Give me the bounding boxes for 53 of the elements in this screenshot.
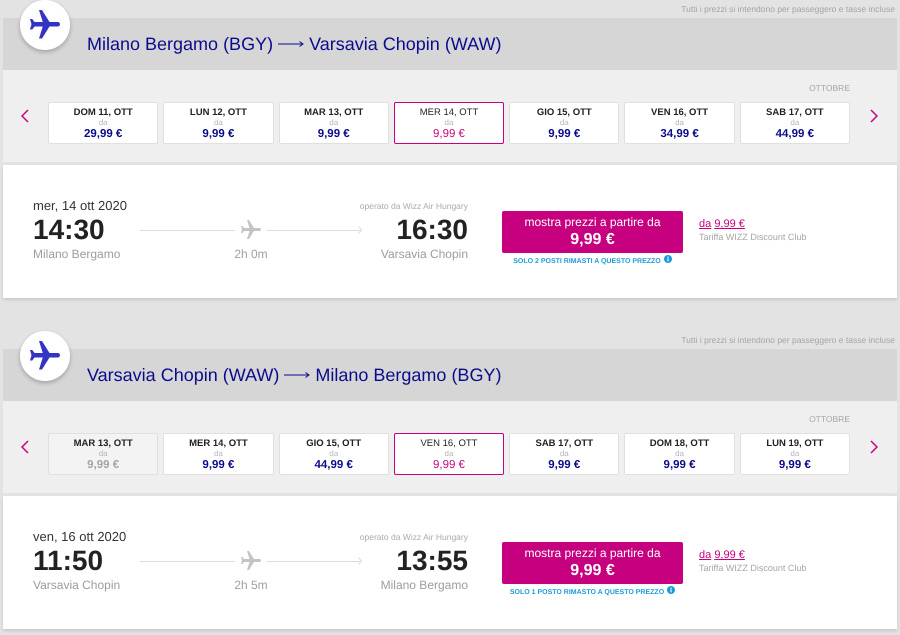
destination-title: Milano Bergamo (BGY) bbox=[315, 364, 502, 386]
date-option[interactable]: DOM 18, OTT da 9,99 € bbox=[624, 433, 735, 475]
departure-time: 14:30 bbox=[33, 213, 106, 247]
departure-time: 11:50 bbox=[33, 544, 104, 578]
club-fare-label: Tariffa WIZZ Discount Club bbox=[699, 562, 806, 574]
arrival-airport: Varsavia Chopin bbox=[380, 247, 468, 261]
price-note: Tutti i prezzi si intendono per passeggero e tasse incluse bbox=[681, 335, 895, 345]
flight-duration: 2h 0m bbox=[234, 247, 268, 261]
departure-airport: Varsavia Chopin bbox=[33, 578, 122, 592]
club-price-link[interactable]: da 9,99 € bbox=[699, 218, 745, 231]
month-label: OTTOBRE bbox=[809, 83, 850, 93]
date-option[interactable]: GIO 15, OTT da 44,99 € bbox=[278, 433, 389, 475]
plane-icon bbox=[241, 551, 261, 571]
operator-note: operato da Wizz Air Hungary bbox=[360, 531, 468, 544]
arrival-time: 16:30 bbox=[396, 213, 468, 247]
date-option[interactable]: MAR 13, OTT da 9,99 € bbox=[278, 102, 389, 144]
chevron-right-icon bbox=[870, 440, 878, 454]
chevron-left-icon bbox=[20, 109, 28, 123]
arrival-time: 13:55 bbox=[396, 544, 468, 578]
arrival-airport: Milano Bergamo bbox=[380, 578, 468, 592]
date-option[interactable]: SAB 17, OTT da 44,99 € bbox=[740, 102, 850, 144]
plane-icon bbox=[20, 331, 70, 381]
plane-icon bbox=[241, 220, 261, 240]
flight-date: mer, 14 ott 2020 bbox=[33, 199, 128, 213]
arrow-icon bbox=[278, 40, 304, 48]
date-option[interactable]: MER 14, OTT da 9,99 € bbox=[163, 433, 274, 475]
chevron-left-icon bbox=[20, 440, 28, 454]
month-label: OTTOBRE bbox=[809, 414, 850, 424]
departure-airport: Milano Bergamo bbox=[33, 247, 122, 261]
date-option[interactable]: DOM 11, OTT da 29,99 € bbox=[48, 102, 158, 144]
info-icon[interactable] bbox=[667, 586, 676, 594]
flight-date: ven, 16 ott 2020 bbox=[33, 530, 128, 544]
info-icon[interactable] bbox=[664, 255, 672, 263]
show-prices-button[interactable]: mostra prezzi a partire da 9,99 € bbox=[502, 542, 683, 584]
destination-title: Varsavia Chopin (WAW) bbox=[309, 34, 502, 54]
price-note: Tutti i prezzi si intendono per passeggero e tasse incluse bbox=[681, 4, 895, 14]
show-prices-button[interactable]: mostra prezzi a partire da 9,99 € bbox=[502, 211, 683, 253]
flight-duration: 2h 5m bbox=[234, 578, 268, 592]
club-fare-label: Tariffa WIZZ Discount Club bbox=[699, 231, 806, 243]
date-option[interactable]: VEN 16, OTT da 9,99 € bbox=[394, 433, 504, 475]
chevron-right-icon bbox=[870, 109, 878, 123]
plane-icon bbox=[20, 0, 70, 50]
date-option[interactable]: MER 14, OTT da 9,99 € bbox=[394, 102, 504, 144]
origin-title: Varsavia Chopin (WAW) bbox=[87, 364, 280, 386]
date-option[interactable]: LUN 12, OTT da 9,99 € bbox=[163, 102, 274, 144]
date-option[interactable]: GIO 15, OTT da 9,99 € bbox=[509, 102, 620, 144]
operator-note: operato da Wizz Air Hungary bbox=[360, 200, 468, 213]
club-price-link[interactable]: da 9,99 € bbox=[699, 549, 745, 562]
date-option[interactable]: VEN 16, OTT da 34,99 € bbox=[624, 102, 735, 144]
date-option[interactable]: SAB 17, OTT da 9,99 € bbox=[509, 433, 620, 475]
origin-title: Milano Bergamo (BGY) bbox=[87, 34, 274, 54]
arrow-icon bbox=[284, 371, 310, 379]
date-option[interactable]: LUN 19, OTT da 9,99 € bbox=[740, 433, 850, 475]
